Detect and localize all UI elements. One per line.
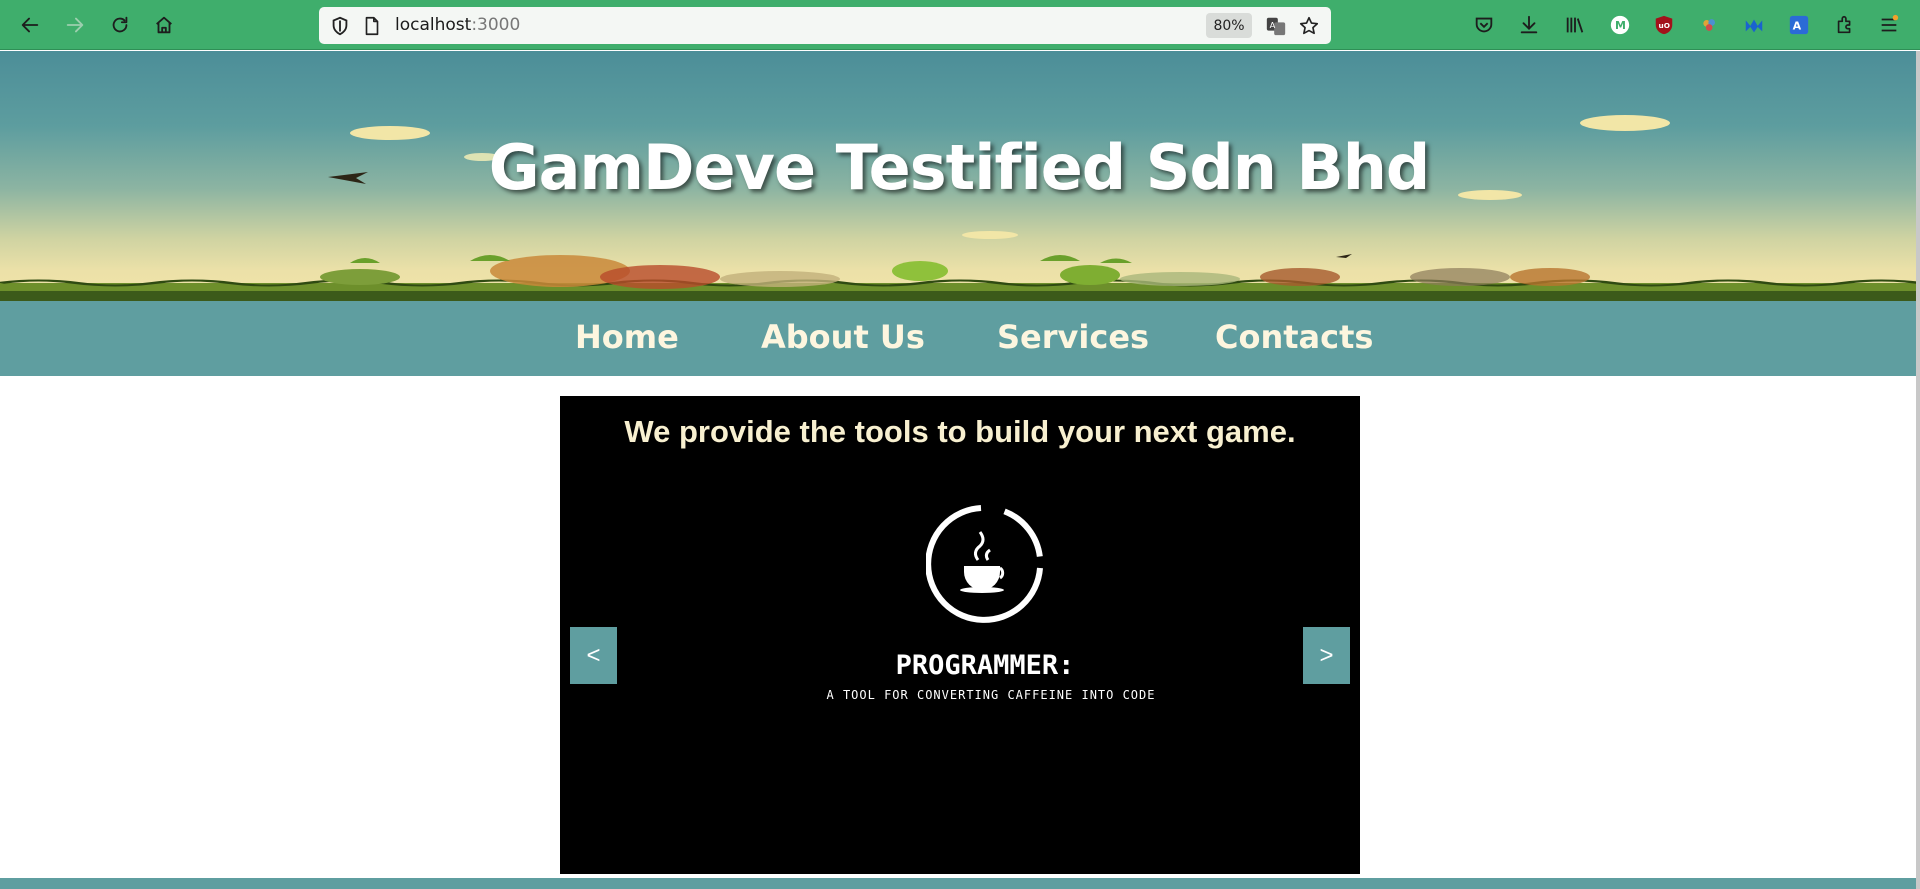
browser-toolbar: localhost:3000 80% A M uO A [0,0,1920,50]
svg-text:A: A [1793,20,1802,33]
page-icon[interactable] [361,15,383,37]
bookmark-star-icon[interactable] [1298,15,1320,37]
slide-caption: We provide the tools to build your next … [624,414,1296,449]
nav-contacts[interactable]: Contacts [1215,318,1373,356]
url-text[interactable]: localhost:3000 [395,15,520,35]
svg-text:uO: uO [1659,21,1670,30]
hamburger-menu-icon[interactable] [1877,13,1901,37]
translate-icon[interactable]: A [1265,15,1287,37]
footer-strip [0,878,1918,889]
nav-home[interactable]: Home [575,318,679,356]
zoom-level-badge[interactable]: 80% [1206,13,1252,38]
extensions-puzzle-icon[interactable] [1833,13,1857,37]
address-bar[interactable]: localhost:3000 80% A [319,7,1331,44]
site-title: GamDeve Testified Sdn Bhd [488,131,1431,204]
home-icon [156,16,172,34]
next-slide-button[interactable]: > [1303,627,1350,684]
svg-text:M: M [1615,19,1626,32]
extension-palette-icon[interactable] [1698,13,1722,37]
previous-slide-button[interactable]: < [570,627,617,684]
tracking-shield-icon[interactable] [329,15,351,37]
back-arrow-icon [21,17,39,33]
download-icon[interactable] [1517,13,1541,37]
home-button[interactable] [148,9,180,41]
back-button[interactable] [14,9,46,41]
reload-icon [112,16,128,33]
site-banner: GamDeve Testified Sdn Bhd [0,51,1918,301]
reload-button[interactable] [104,9,136,41]
page-scrollbar[interactable] [1916,51,1920,889]
url-port: :3000 [471,15,521,35]
coffee-cup-icon [926,505,1043,623]
nav-services[interactable]: Services [997,318,1149,356]
nav-about-us[interactable]: About Us [761,318,925,356]
extension-m-icon[interactable]: M [1608,13,1632,37]
slide-subheading: A TOOL FOR CONVERTING CAFFEINE INTO CODE [826,688,1156,702]
svg-text:A: A [1270,20,1276,30]
slide-heading: PROGRAMMER: [895,650,1075,681]
translator-extension-icon[interactable]: A [1787,13,1811,37]
forward-button[interactable] [59,9,91,41]
pocket-icon[interactable] [1472,13,1496,37]
main-nav: Home About Us Services Contacts [0,301,1918,376]
malwarebytes-icon[interactable] [1742,13,1766,37]
forward-arrow-icon [66,17,84,33]
url-host: localhost [395,15,472,35]
ublock-origin-icon[interactable]: uO [1652,13,1676,37]
library-icon[interactable] [1563,13,1587,37]
slideshow: We provide the tools to build your next … [560,396,1360,874]
